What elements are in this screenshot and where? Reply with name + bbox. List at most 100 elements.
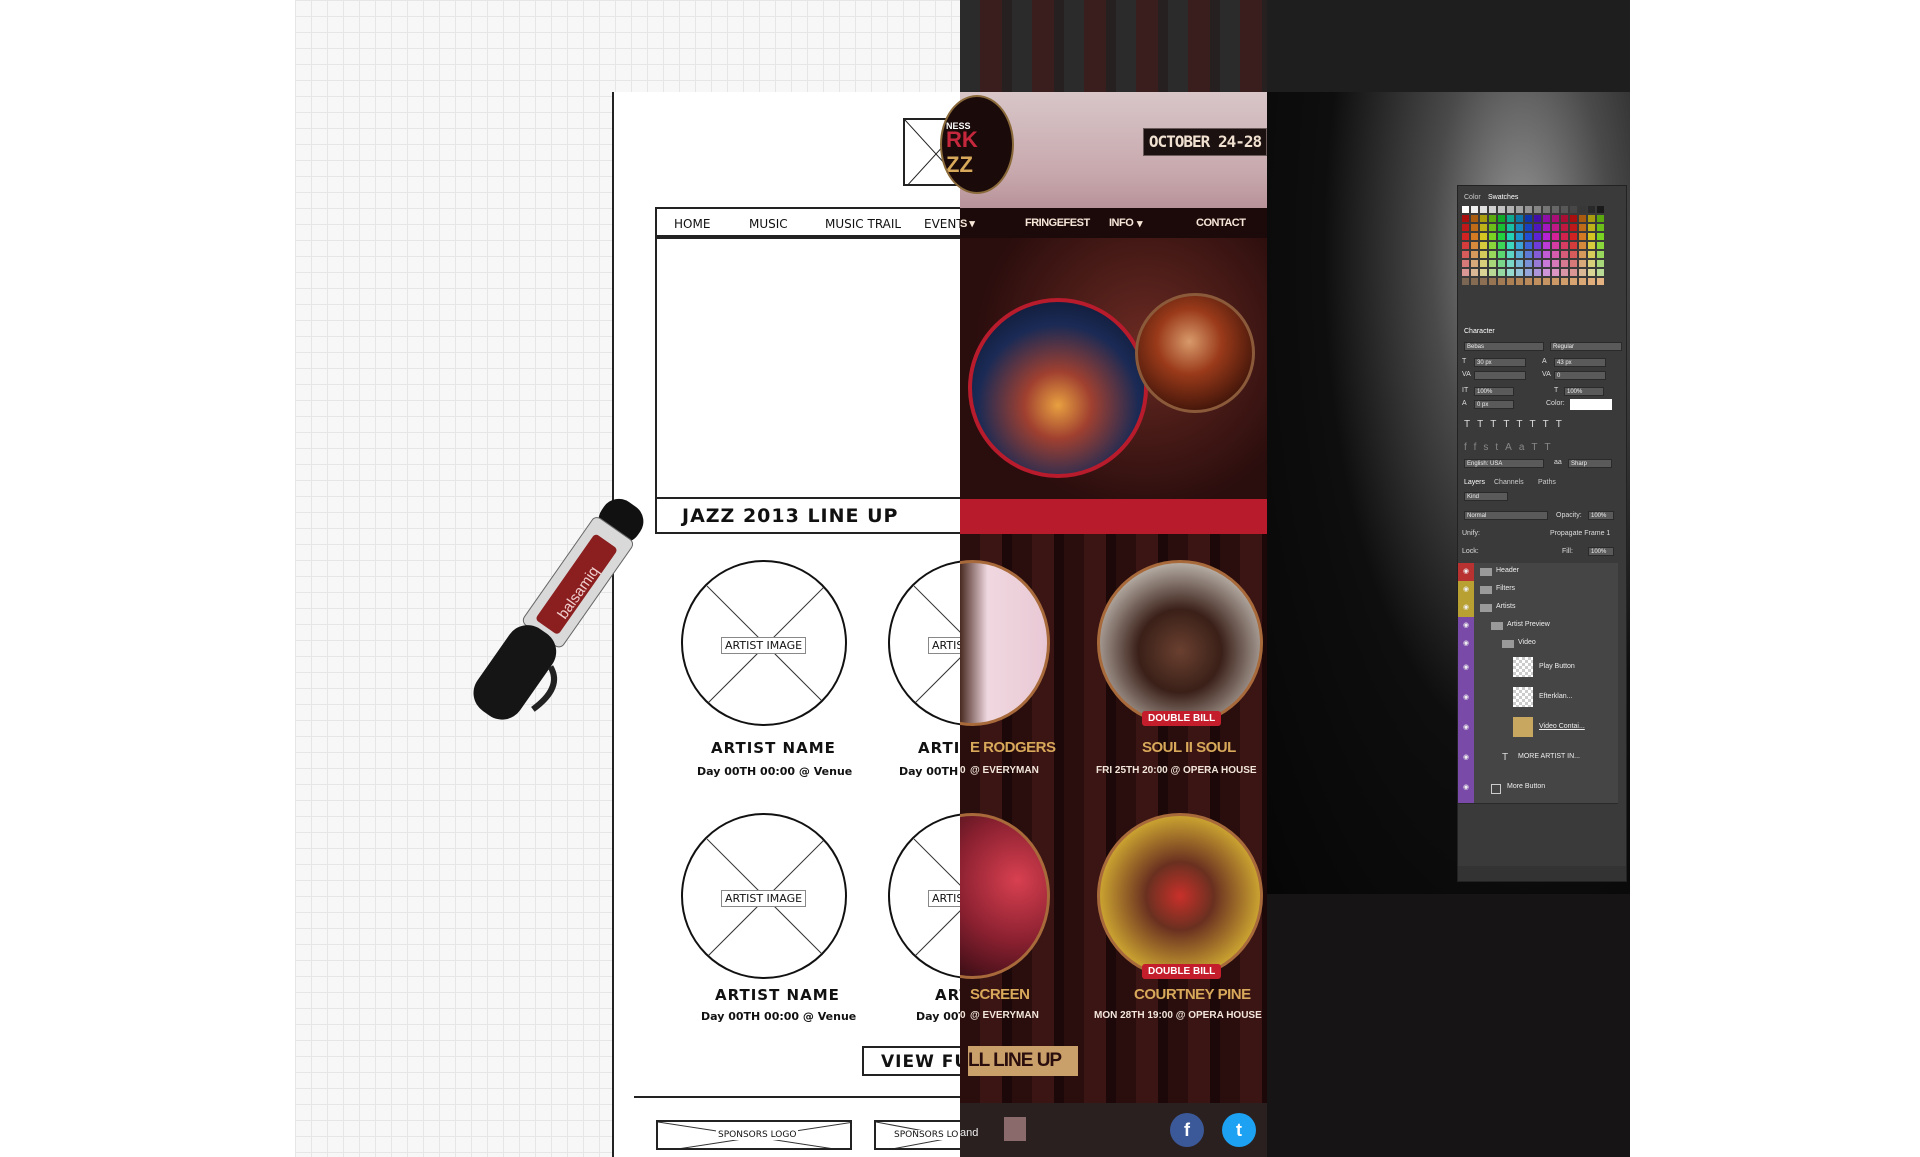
ps-swatch[interactable] (1534, 278, 1541, 285)
ps-swatch[interactable] (1561, 242, 1568, 249)
wireframe-view-lineup-button[interactable]: VIEW FU (862, 1046, 968, 1076)
ps-layer-row[interactable]: ◉ Video (1458, 635, 1618, 654)
ps-swatch[interactable] (1534, 224, 1541, 231)
ps-swatch[interactable] (1561, 278, 1568, 285)
ps-kerning[interactable] (1474, 371, 1526, 380)
ps-swatch[interactable] (1597, 215, 1604, 222)
ps-layer-row[interactable]: ◉ Artist Preview (1458, 617, 1618, 636)
ps-swatch[interactable] (1588, 251, 1595, 258)
ps-swatch[interactable] (1525, 251, 1532, 258)
ps-swatch[interactable] (1561, 260, 1568, 267)
ps-swatch[interactable] (1462, 242, 1469, 249)
ps-swatch[interactable] (1597, 242, 1604, 249)
ps-tab-swatches[interactable]: Swatches (1488, 194, 1518, 201)
ps-layer-visibility-eye-icon[interactable]: ◉ (1458, 683, 1474, 713)
ps-swatch[interactable] (1579, 251, 1586, 258)
ps-layer-row[interactable]: ◉ T MORE ARTIST IN... (1458, 743, 1618, 774)
ps-propagate-label[interactable]: Propagate Frame 1 (1550, 530, 1610, 537)
ps-swatch[interactable] (1588, 278, 1595, 285)
ps-swatch[interactable] (1498, 251, 1505, 258)
ps-swatch[interactable] (1462, 206, 1469, 213)
ps-swatch[interactable] (1552, 260, 1559, 267)
ps-swatch[interactable] (1498, 206, 1505, 213)
ps-swatch[interactable] (1480, 278, 1487, 285)
ps-layer-visibility-eye-icon[interactable]: ◉ (1458, 743, 1474, 773)
ps-swatch[interactable] (1498, 224, 1505, 231)
ps-swatch[interactable] (1480, 233, 1487, 240)
ps-opacity[interactable]: 100% (1588, 511, 1614, 520)
ps-swatch[interactable] (1552, 251, 1559, 258)
ps-swatch[interactable] (1534, 215, 1541, 222)
ps-swatch[interactable] (1534, 260, 1541, 267)
ps-swatch[interactable] (1471, 242, 1478, 249)
ps-swatch[interactable] (1516, 269, 1523, 276)
ps-tab-paths[interactable]: Paths (1538, 479, 1556, 486)
ps-layer-visibility-eye-icon[interactable]: ◉ (1458, 617, 1474, 635)
ps-swatch[interactable] (1471, 206, 1478, 213)
ps-swatch[interactable] (1498, 242, 1505, 249)
ps-swatch[interactable] (1525, 215, 1532, 222)
ps-layer-visibility-eye-icon[interactable]: ◉ (1458, 581, 1474, 599)
ps-swatch[interactable] (1471, 251, 1478, 258)
ps-swatch[interactable] (1516, 233, 1523, 240)
ps-swatch[interactable] (1579, 269, 1586, 276)
ps-swatch[interactable] (1570, 233, 1577, 240)
ps-layer-row[interactable]: ◉ More Button (1458, 773, 1618, 804)
ps-layers-footer-toolbar[interactable] (1458, 866, 1626, 881)
ps-swatch[interactable] (1561, 215, 1568, 222)
ps-tab-color[interactable]: Color (1464, 194, 1481, 201)
ps-swatch[interactable] (1561, 206, 1568, 213)
ps-swatch[interactable] (1543, 269, 1550, 276)
ps-swatch[interactable] (1498, 260, 1505, 267)
ps-swatch[interactable] (1579, 242, 1586, 249)
ps-swatch[interactable] (1543, 242, 1550, 249)
ps-swatch[interactable] (1570, 260, 1577, 267)
ps-swatch[interactable] (1471, 269, 1478, 276)
site-festival-logo[interactable]: NESS RK ZZ (940, 95, 1014, 194)
site-nav-events-suffix[interactable]: S ▾ (960, 217, 975, 230)
ps-swatch[interactable] (1462, 269, 1469, 276)
site-artist-photo[interactable] (1097, 813, 1263, 979)
ps-swatch[interactable] (1489, 206, 1496, 213)
ps-swatch[interactable] (1462, 224, 1469, 231)
ps-swatch[interactable] (1579, 206, 1586, 213)
ps-swatch[interactable] (1489, 260, 1496, 267)
ps-swatch[interactable] (1525, 233, 1532, 240)
ps-swatch[interactable] (1507, 233, 1514, 240)
ps-swatch[interactable] (1579, 215, 1586, 222)
ps-swatch[interactable] (1552, 206, 1559, 213)
ps-swatch[interactable] (1516, 260, 1523, 267)
ps-swatch[interactable] (1489, 269, 1496, 276)
ps-swatch[interactable] (1489, 215, 1496, 222)
ps-swatch[interactable] (1480, 215, 1487, 222)
ps-swatch[interactable] (1462, 215, 1469, 222)
site-nav-contact[interactable]: CONTACT (1196, 217, 1246, 229)
ps-layer-row[interactable]: ◉ Video Contai... (1458, 713, 1618, 744)
twitter-icon[interactable]: t (1222, 1113, 1256, 1147)
wireframe-nav-music-trail[interactable]: MUSIC TRAIL (825, 217, 901, 231)
ps-swatch[interactable] (1534, 251, 1541, 258)
ps-swatch[interactable] (1489, 251, 1496, 258)
ps-layer-row[interactable]: ◉ Play Button (1458, 653, 1618, 684)
ps-swatch[interactable] (1561, 251, 1568, 258)
ps-swatch[interactable] (1561, 269, 1568, 276)
ps-swatch[interactable] (1516, 206, 1523, 213)
ps-swatch[interactable] (1570, 269, 1577, 276)
ps-swatch[interactable] (1525, 224, 1532, 231)
ps-antialias[interactable]: Sharp (1568, 459, 1612, 468)
ps-layer-row[interactable]: ◉ Efterklan... (1458, 683, 1618, 714)
ps-swatch[interactable] (1570, 215, 1577, 222)
ps-swatch[interactable] (1480, 269, 1487, 276)
ps-swatch[interactable] (1534, 242, 1541, 249)
ps-swatch[interactable] (1516, 242, 1523, 249)
ps-swatch[interactable] (1489, 278, 1496, 285)
ps-swatch[interactable] (1489, 233, 1496, 240)
wireframe-artist-image[interactable]: ARTIS (888, 813, 968, 979)
ps-swatch[interactable] (1588, 260, 1595, 267)
ps-font-size[interactable]: 30 px (1474, 358, 1526, 367)
ps-swatch[interactable] (1516, 224, 1523, 231)
ps-swatch[interactable] (1471, 224, 1478, 231)
ps-swatch[interactable] (1588, 215, 1595, 222)
ps-swatch[interactable] (1462, 278, 1469, 285)
ps-blend-mode[interactable]: Normal (1464, 511, 1548, 520)
